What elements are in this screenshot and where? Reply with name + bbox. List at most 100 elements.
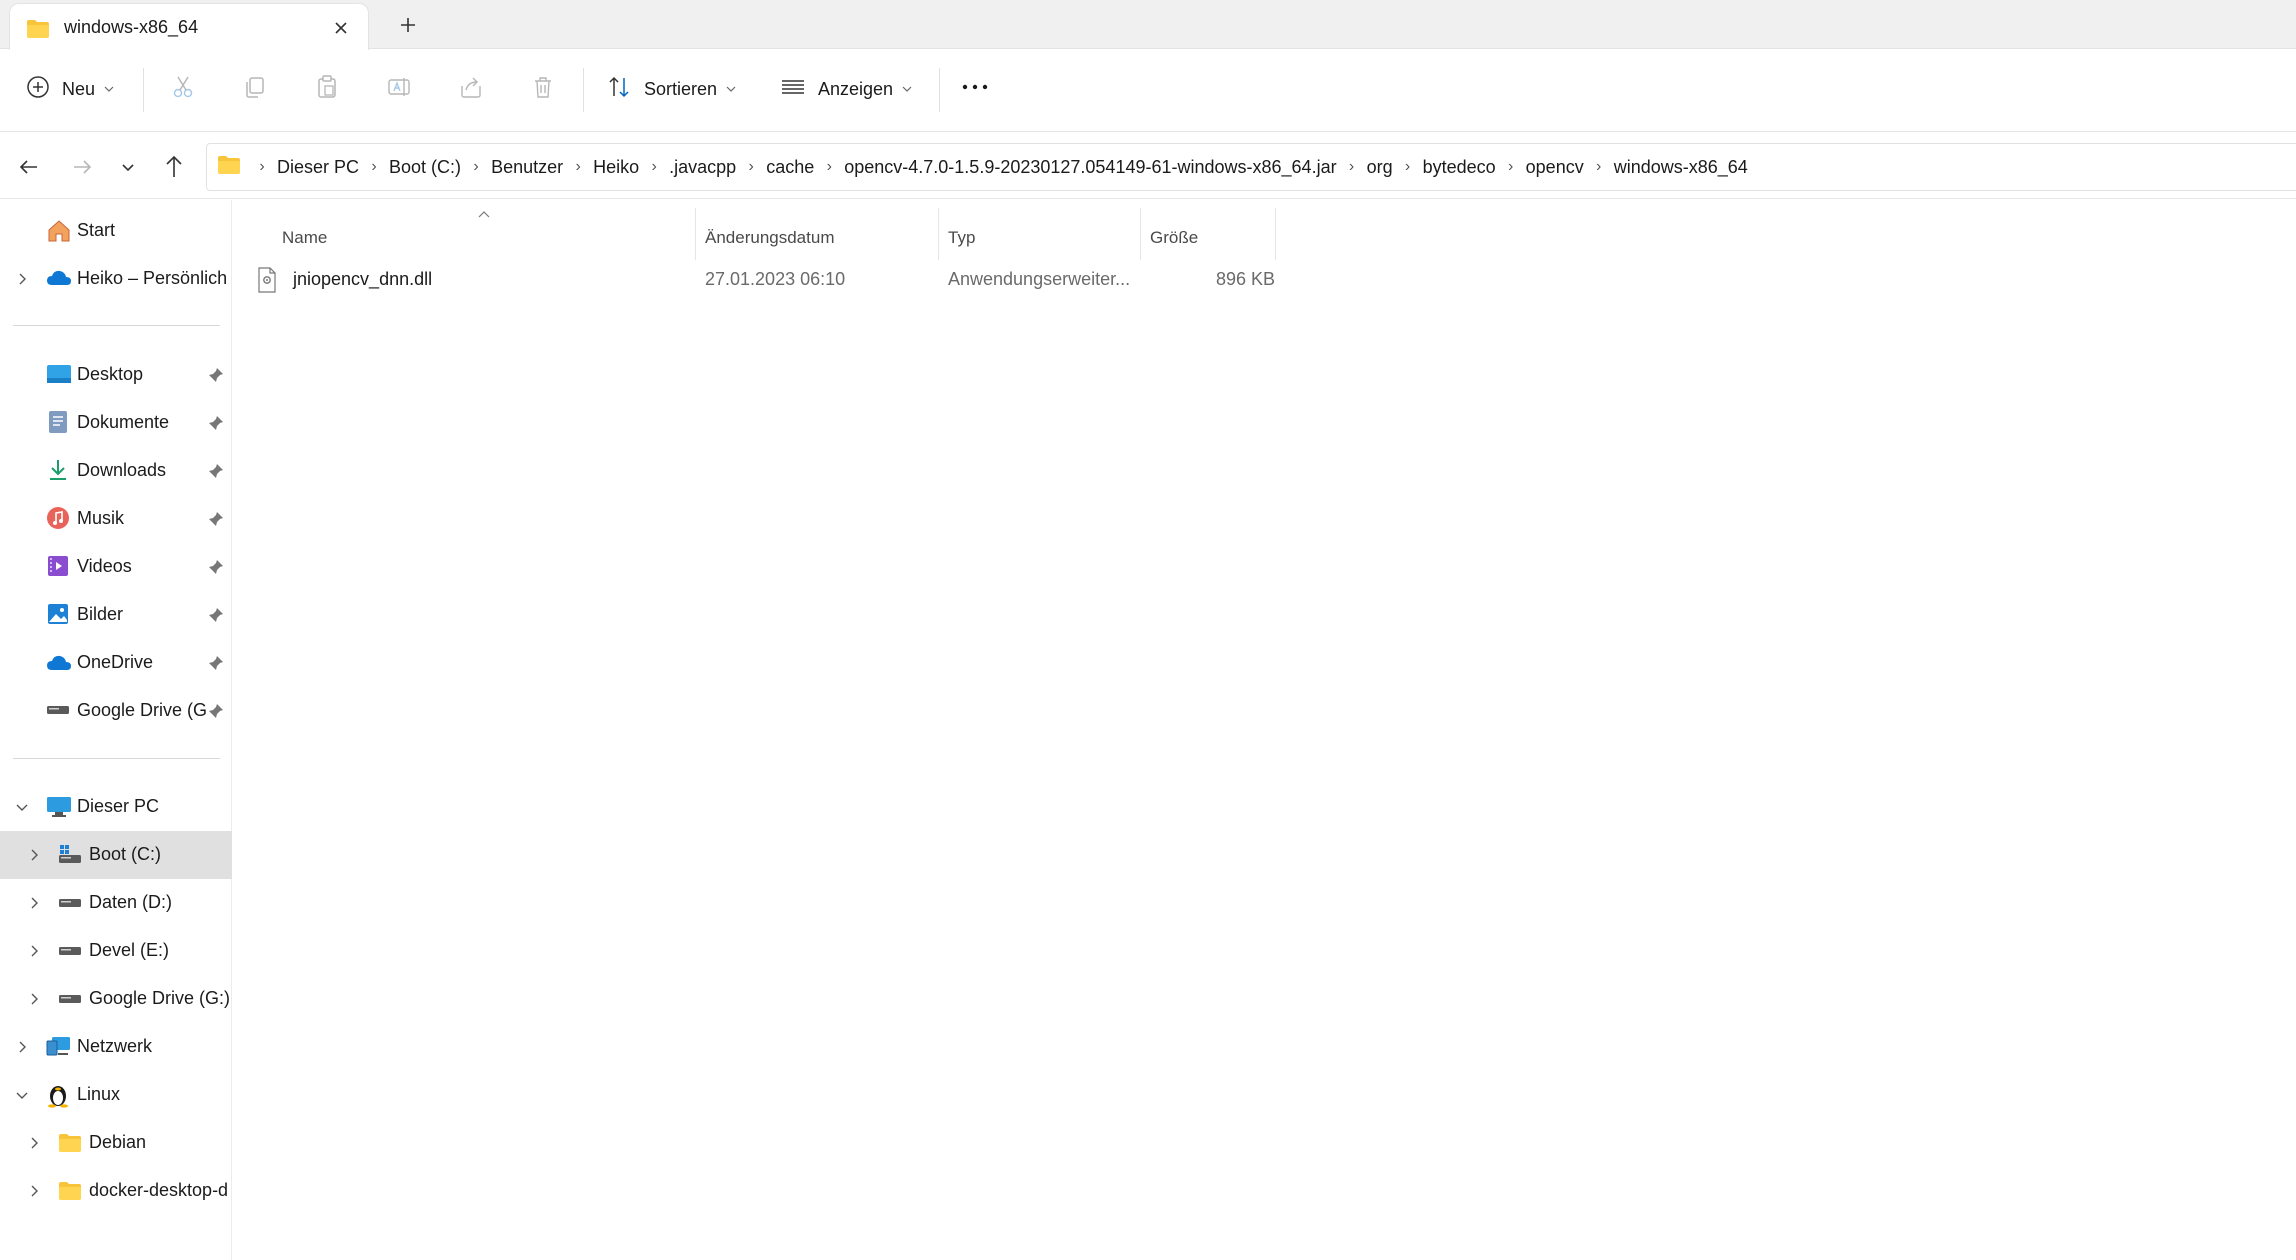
sidebar-item-linux[interactable]: Linux: [0, 1071, 232, 1119]
column-header-size[interactable]: Größe: [1150, 216, 1198, 260]
breadcrumb-item[interactable]: windows-x86_64: [1614, 157, 1748, 178]
chevron-right-icon[interactable]: [24, 893, 44, 913]
pin-icon[interactable]: [208, 703, 224, 719]
sidebar-item-onedrive-personal[interactable]: Heiko – Persönlich: [0, 255, 232, 303]
chevron-right-icon[interactable]: ›: [639, 158, 669, 176]
up-button[interactable]: [160, 153, 188, 181]
chevron-down-icon: [902, 80, 912, 98]
sidebar-item-boot-c[interactable]: Boot (C:): [0, 831, 232, 879]
column-header-type[interactable]: Typ: [948, 216, 975, 260]
pin-icon[interactable]: [208, 559, 224, 575]
column-resize-handle[interactable]: [1275, 208, 1276, 260]
sidebar-item-documents[interactable]: Dokumente: [0, 399, 232, 447]
tab-windows-x86_64[interactable]: windows-x86_64: [9, 3, 369, 50]
sidebar-item-start[interactable]: Start: [0, 207, 232, 255]
linux-penguin-icon: [46, 1082, 72, 1108]
close-icon[interactable]: [328, 15, 354, 41]
column-resize-handle[interactable]: [938, 208, 939, 260]
chevron-down-icon[interactable]: [12, 1085, 32, 1105]
chevron-right-icon[interactable]: ›: [359, 158, 389, 176]
more-options-button[interactable]: [960, 66, 990, 112]
sidebar-item-docker-desktop[interactable]: docker-desktop-d: [0, 1167, 232, 1215]
tab-title: windows-x86_64: [64, 17, 199, 37]
chevron-right-icon[interactable]: ›: [247, 158, 277, 176]
address-bar[interactable]: › Dieser PC › Boot (C:) › Benutzer › Hei…: [206, 143, 2296, 191]
chevron-right-icon[interactable]: [24, 941, 44, 961]
share-button[interactable]: [458, 66, 484, 112]
sidebar-item-downloads[interactable]: Downloads: [0, 447, 232, 495]
breadcrumb-item[interactable]: Dieser PC: [277, 157, 359, 178]
sort-icon: [606, 74, 632, 105]
sidebar-item-onedrive[interactable]: OneDrive: [0, 639, 232, 687]
sidebar-item-google-drive-pinned[interactable]: Google Drive (G:: [0, 687, 232, 735]
breadcrumb-item[interactable]: opencv: [1526, 157, 1584, 178]
copy-button[interactable]: [242, 66, 268, 112]
paste-icon: [314, 74, 340, 105]
breadcrumb-item[interactable]: Benutzer: [491, 157, 563, 178]
sidebar-item-this-pc[interactable]: Dieser PC: [0, 783, 232, 831]
chevron-down-icon[interactable]: [12, 797, 32, 817]
back-button[interactable]: [15, 153, 43, 181]
file-size: 896 KB: [1215, 269, 1275, 289]
rename-button[interactable]: [386, 66, 412, 112]
breadcrumb-item[interactable]: Heiko: [593, 157, 639, 178]
sort-ascending-icon: [477, 205, 491, 223]
recent-locations-button[interactable]: [114, 153, 142, 181]
pin-icon[interactable]: [208, 367, 224, 383]
breadcrumb-item[interactable]: opencv-4.7.0-1.5.9-20230127.054149-61-wi…: [844, 157, 1336, 178]
column-header-name[interactable]: Name: [282, 216, 327, 260]
chevron-right-icon[interactable]: [24, 1181, 44, 1201]
chevron-right-icon[interactable]: [24, 989, 44, 1009]
sidebar-item-music[interactable]: Musik: [0, 495, 232, 543]
view-button[interactable]: Anzeigen: [780, 66, 912, 112]
breadcrumb-item[interactable]: org: [1367, 157, 1393, 178]
breadcrumb-item[interactable]: Boot (C:): [389, 157, 461, 178]
column-resize-handle[interactable]: [695, 208, 696, 260]
sidebar-item-videos[interactable]: Videos: [0, 543, 232, 591]
drive-icon: [58, 895, 84, 921]
sidebar-item-desktop[interactable]: Desktop: [0, 351, 232, 399]
pin-icon[interactable]: [208, 607, 224, 623]
table-row[interactable]: jniopencv_dnn.dll 27.01.2023 06:10 Anwen…: [253, 260, 1313, 300]
breadcrumb-item[interactable]: cache: [766, 157, 814, 178]
chevron-right-icon[interactable]: ›: [1584, 158, 1614, 176]
paste-button[interactable]: [314, 66, 340, 112]
sort-button[interactable]: Sortieren: [606, 66, 736, 112]
forward-button[interactable]: [68, 153, 96, 181]
sidebar-item-network[interactable]: Netzwerk: [0, 1023, 232, 1071]
sidebar-item-devel-e[interactable]: Devel (E:): [0, 927, 232, 975]
chevron-right-icon[interactable]: ›: [1496, 158, 1526, 176]
new-tab-button[interactable]: [395, 12, 421, 38]
chevron-right-icon[interactable]: ›: [736, 158, 766, 176]
delete-button[interactable]: [530, 66, 556, 112]
pin-icon[interactable]: [208, 415, 224, 431]
chevron-right-icon[interactable]: [12, 269, 32, 289]
chevron-right-icon[interactable]: ›: [814, 158, 844, 176]
new-button[interactable]: Neu: [26, 66, 114, 112]
cut-button[interactable]: [170, 66, 196, 112]
column-header-label: Änderungsdatum: [705, 228, 835, 247]
file-name: jniopencv_dnn.dll: [293, 269, 433, 289]
chevron-right-icon[interactable]: ›: [461, 158, 491, 176]
arrow-up-icon: [166, 155, 182, 177]
column-resize-handle[interactable]: [1140, 208, 1141, 260]
pin-icon[interactable]: [208, 655, 224, 671]
chevron-right-icon[interactable]: ›: [563, 158, 593, 176]
sidebar-item-pictures[interactable]: Bilder: [0, 591, 232, 639]
chevron-right-icon[interactable]: [12, 1037, 32, 1057]
rename-icon: [386, 74, 412, 105]
breadcrumb-item[interactable]: bytedeco: [1423, 157, 1496, 178]
chevron-right-icon[interactable]: [24, 845, 44, 865]
sidebar-item-label: Bilder: [77, 604, 124, 624]
pin-icon[interactable]: [208, 463, 224, 479]
sidebar-item-daten-d[interactable]: Daten (D:): [0, 879, 232, 927]
chevron-right-icon[interactable]: ›: [1337, 158, 1367, 176]
sidebar-item-google-drive-g[interactable]: Google Drive (G:): [0, 975, 232, 1023]
sidebar-item-debian[interactable]: Debian: [0, 1119, 232, 1167]
chevron-right-icon[interactable]: ›: [1393, 158, 1423, 176]
breadcrumb-item[interactable]: .javacpp: [669, 157, 736, 178]
sidebar-item-label: Musik: [77, 508, 125, 528]
column-header-date[interactable]: Änderungsdatum: [705, 216, 834, 260]
chevron-right-icon[interactable]: [24, 1133, 44, 1153]
pin-icon[interactable]: [208, 511, 224, 527]
